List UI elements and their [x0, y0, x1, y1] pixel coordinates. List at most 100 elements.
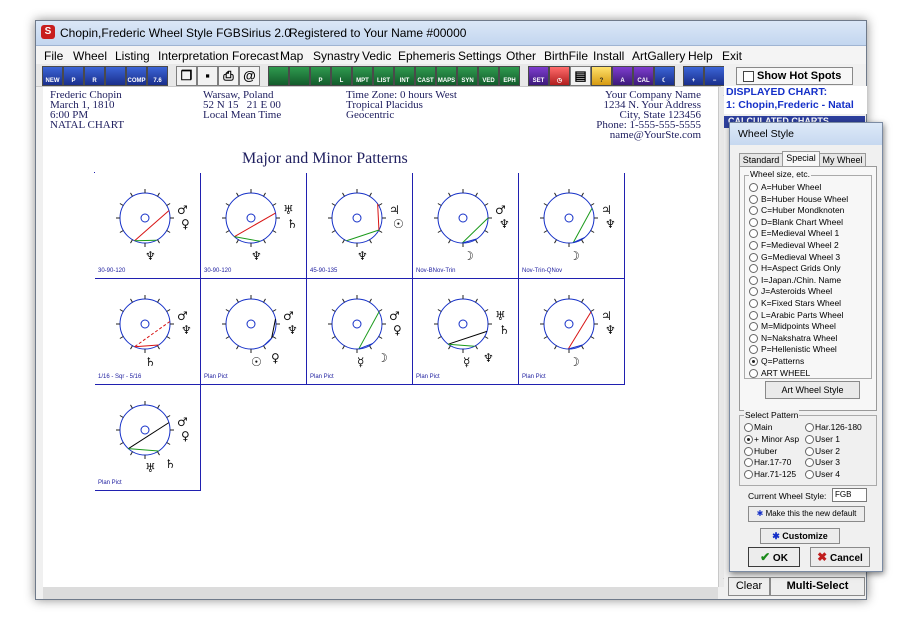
wheel-option-label[interactable]: H=Aspect Grids Only [761, 263, 841, 273]
pattern-option-label[interactable]: Main [754, 422, 772, 432]
wheel-option-label[interactable]: N=Nakshatra Wheel [761, 333, 837, 343]
wheel-option-label[interactable]: A=Huber Wheel [761, 182, 821, 192]
menu-other[interactable]: Other [506, 49, 536, 63]
return-icon[interactable]: R [84, 66, 105, 86]
horizontal-scrollbar[interactable] [43, 587, 718, 599]
wheel-option-radio[interactable] [749, 299, 758, 308]
menu-ephemeris[interactable]: Ephemeris [398, 49, 455, 63]
art-wheel-style-button[interactable]: Art Wheel Style [765, 381, 860, 399]
maps-icon[interactable]: MAPS [436, 66, 457, 86]
pattern-cell[interactable]: ♂ ♆ ☉ ♀ Plan Pict [201, 279, 307, 385]
pattern-cell[interactable]: ♃ ♆ ☽ Plan Pict [519, 279, 625, 385]
tab-standard[interactable]: Standard [739, 153, 783, 167]
menu-wheel[interactable]: Wheel [73, 49, 107, 63]
wheel2-icon[interactable] [289, 66, 310, 86]
make-default-button[interactable]: ✱ Make this the new default [748, 506, 865, 522]
wheel-option-radio[interactable] [749, 322, 758, 332]
zoom-out-icon[interactable]: − [704, 66, 725, 86]
wheel-option-label[interactable]: P=Hellenistic Wheel [761, 344, 837, 354]
version-icon[interactable]: 7.6 [147, 66, 168, 86]
menu-vedic[interactable]: Vedic [362, 49, 391, 63]
pattern-cell[interactable]: ♃ ♆ ☽ Nov-Trin-QNov [519, 173, 625, 279]
wheel-option-radio[interactable] [749, 310, 758, 320]
email-icon[interactable]: @ [239, 66, 260, 86]
pattern-option-label[interactable]: User 3 [815, 457, 840, 467]
pattern-cell[interactable]: ♂ ♆ ☽ Nov-BNov-Trin [413, 173, 519, 279]
menu-map[interactable]: Map [280, 49, 303, 63]
pattern-cell[interactable]: ♃ ☉ ♆ 45-90-135 [307, 173, 413, 279]
pattern-option-label[interactable]: + Minor Asp [754, 434, 799, 444]
menu-interpretation[interactable]: Interpretation [158, 49, 229, 63]
wheel-option-radio[interactable] [749, 252, 758, 262]
new-chart-icon[interactable]: NEW [42, 66, 63, 86]
wheel-option-label[interactable]: G=Medieval Wheel 3 [761, 252, 840, 262]
wheel-option-label[interactable]: M=Midpoints Wheel [761, 321, 836, 331]
pattern-cell[interactable]: ♂ ♀ ☿ ☽ Plan Pict [307, 279, 413, 385]
wheel-option-label[interactable]: Q=Patterns [761, 356, 804, 366]
menu-synastry[interactable]: Synastry [313, 49, 360, 63]
menu-help[interactable]: Help [688, 49, 713, 63]
save-icon[interactable]: ▪ [197, 66, 218, 86]
wheel-option-label[interactable]: D=Blank Chart Wheel [761, 217, 843, 227]
menu-settings[interactable]: Settings [458, 49, 501, 63]
ephemeris-icon[interactable]: EPH [499, 66, 520, 86]
pattern-option-label[interactable]: Huber [754, 446, 777, 456]
windows-icon[interactable]: ❐ [176, 66, 197, 86]
pattern-option-radio[interactable] [805, 434, 814, 444]
wheel-option-label[interactable]: ART WHEEL [761, 368, 810, 378]
wheel-option-radio[interactable] [749, 206, 758, 216]
wheel-option-radio[interactable] [749, 194, 758, 204]
wheel-option-radio[interactable] [749, 357, 758, 366]
clear-button[interactable]: Clear [728, 577, 770, 596]
document-icon[interactable]: ▤ [570, 66, 591, 86]
checkbox-icon[interactable] [743, 71, 754, 82]
wheel-option-radio[interactable] [749, 264, 758, 274]
wheel-option-label[interactable]: K=Fixed Stars Wheel [761, 298, 841, 308]
ok-button[interactable]: ✔ OK [748, 547, 800, 567]
pattern-option-radio[interactable] [805, 423, 814, 432]
help-icon[interactable]: ? [591, 66, 612, 86]
list-icon[interactable]: LIST [373, 66, 394, 86]
pattern-cell[interactable]: ♂ ♀ ♅ ♄ Plan Pict [95, 385, 201, 491]
tab-my-wheel[interactable]: My Wheel [819, 153, 866, 167]
pattern-option-label[interactable]: Har.71-125 [754, 469, 796, 479]
pattern-cell[interactable]: ♂ ♆ ♄ 1/16 - Sqr - 5/16 [95, 279, 201, 385]
wheel-option-label[interactable]: F=Medieval Wheel 2 [761, 240, 839, 250]
clock-icon[interactable]: ◷ [549, 66, 570, 86]
pattern-option-label[interactable]: Har.17-70 [754, 457, 791, 467]
pattern-option-radio[interactable] [805, 470, 814, 480]
customize-button[interactable]: ✱ Customize [760, 528, 840, 544]
wheel-option-radio[interactable] [749, 333, 758, 343]
pattern-option-label[interactable]: User 2 [815, 446, 840, 456]
tab-special[interactable]: Special [782, 151, 820, 167]
pattern-option-radio[interactable] [744, 458, 753, 468]
wheel-option-radio[interactable] [749, 287, 758, 297]
pattern-option-label[interactable]: User 4 [815, 469, 840, 479]
wheel-option-radio[interactable] [749, 275, 758, 285]
vedic-icon[interactable]: VED [478, 66, 499, 86]
show-hot-spots-checkbox[interactable]: Show Hot Spots [736, 67, 853, 85]
pattern-cell[interactable]: ♅ ♄ ☿ ♆ Plan Pict [413, 279, 519, 385]
cast-icon[interactable]: CAST [415, 66, 436, 86]
wheel-option-radio[interactable] [749, 345, 758, 355]
moon-icon[interactable]: ☾ [654, 66, 675, 86]
print-icon[interactable]: ⎙ [218, 66, 239, 86]
wheel-option-label[interactable]: L=Arabic Parts Wheel [761, 310, 843, 320]
pattern-option-radio[interactable] [744, 470, 753, 480]
planet-list-icon[interactable]: P [310, 66, 331, 86]
composite-icon[interactable]: COMP [126, 66, 147, 86]
calendar-icon[interactable]: CAL [633, 66, 654, 86]
art-icon[interactable]: A [612, 66, 633, 86]
midpoint-icon[interactable]: MPT [352, 66, 373, 86]
multi-select-button[interactable]: Multi-Select [770, 577, 865, 596]
zoom-in-icon[interactable]: + [683, 66, 704, 86]
displayed-chart-value[interactable]: 1: Chopin,Frederic - Natal [726, 99, 867, 112]
transit-icon[interactable] [105, 66, 126, 86]
pattern-option-label[interactable]: Har.126-180 [815, 422, 862, 432]
menu-exit[interactable]: Exit [722, 49, 742, 63]
menu-file[interactable]: File [44, 49, 63, 63]
progressed-icon[interactable]: P [63, 66, 84, 86]
wheel-option-radio[interactable] [749, 217, 758, 227]
wheel-option-label[interactable]: J=Asteroids Wheel [761, 286, 832, 296]
wheel-icon[interactable] [268, 66, 289, 86]
